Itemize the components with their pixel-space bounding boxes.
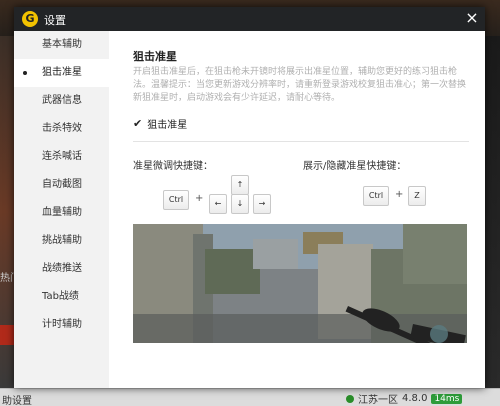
active-bullet-icon xyxy=(23,71,27,75)
sidebar-item-auto-screenshot[interactable]: 自动截图 xyxy=(14,171,109,199)
checkbox-label: 狙击准星 xyxy=(147,120,188,131)
section-description: 开启狙击准星后，在狙击枪未开镜时将展示出准星位置，辅助您更好的练习狙击枪法。温馨… xyxy=(133,67,467,103)
sidebar-item-label: 狙击准星 xyxy=(42,67,82,78)
settings-dialog: G 设置 × 基本辅助 狙击准星 武器信息 击杀特效 连杀喊话 自动截图 血量辅… xyxy=(14,7,485,388)
sidebar-item-sniper-crosshair[interactable]: 狙击准星 xyxy=(14,59,109,87)
sidebar-item-label: 连杀喊话 xyxy=(42,151,82,162)
dialog-title: 设置 xyxy=(44,14,66,27)
server-name: 江苏一区 xyxy=(358,395,398,406)
sidebar-item-label: Tab战绩 xyxy=(42,291,79,302)
plus-sign: + xyxy=(195,193,204,204)
section-title: 狙击准星 xyxy=(133,50,177,63)
sidebar-item-kill-effects[interactable]: 击杀特效 xyxy=(14,115,109,143)
arrow-down-key[interactable]: ↓ xyxy=(231,194,249,214)
arrow-left-key[interactable]: ← xyxy=(209,194,227,214)
sidebar-item-label: 计时辅助 xyxy=(42,319,82,330)
arrow-up-key[interactable]: ↑ xyxy=(231,175,249,195)
ctrl-key[interactable]: Ctrl xyxy=(163,190,189,210)
plus-sign: + xyxy=(395,189,404,200)
server-online-icon xyxy=(346,394,354,403)
preview-scene xyxy=(133,224,467,343)
sidebar-item-killstreak-shout[interactable]: 连杀喊话 xyxy=(14,143,109,171)
checkmark-icon: ✔ xyxy=(133,117,143,130)
divider xyxy=(133,141,469,142)
sidebar-item-tab-record[interactable]: Tab战绩 xyxy=(14,283,109,311)
status-settings-text[interactable]: 助设置 xyxy=(2,392,32,406)
sidebar-item-timer-assist[interactable]: 计时辅助 xyxy=(14,311,109,339)
server-status[interactable]: 江苏一区 4.8.0 14ms xyxy=(346,391,463,406)
z-key[interactable]: Z xyxy=(408,186,426,206)
sidebar-item-label: 击杀特效 xyxy=(42,123,82,134)
sidebar-item-challenge-assist[interactable]: 挑战辅助 xyxy=(14,227,109,255)
status-bar: 助设置 江苏一区 4.8.0 14ms xyxy=(0,388,500,406)
client-version: 4.8.0 xyxy=(402,393,428,404)
sidebar-item-weapon-info[interactable]: 武器信息 xyxy=(14,87,109,115)
dialog-titlebar: G 设置 × xyxy=(14,7,485,31)
sidebar-item-label: 自动截图 xyxy=(42,179,82,190)
sidebar-item-label: 挑战辅助 xyxy=(42,235,82,246)
settings-sidebar: 基本辅助 狙击准星 武器信息 击杀特效 连杀喊话 自动截图 血量辅助 挑战辅助 … xyxy=(14,31,109,388)
toggle-hotkey-label: 展示/隐藏准星快捷键： xyxy=(303,161,407,172)
close-button[interactable]: × xyxy=(464,10,480,26)
sidebar-item-record-push[interactable]: 战绩推送 xyxy=(14,255,109,283)
ping-badge: 14ms xyxy=(431,393,463,404)
sidebar-item-label: 血量辅助 xyxy=(42,207,82,218)
sidebar-item-label: 战绩推送 xyxy=(42,263,82,274)
sidebar-item-basic[interactable]: 基本辅助 xyxy=(14,31,109,59)
arrow-right-key[interactable]: → xyxy=(253,194,271,214)
ctrl-key[interactable]: Ctrl xyxy=(363,186,389,206)
sidebar-item-health-assist[interactable]: 血量辅助 xyxy=(14,199,109,227)
game-client-banner xyxy=(0,325,14,345)
crosshair-preview-image xyxy=(133,224,467,343)
sniper-crosshair-checkbox[interactable]: ✔ 狙击准星 xyxy=(133,116,187,131)
adjust-hotkey-label: 准星微调快捷键： xyxy=(133,161,213,172)
sidebar-item-label: 基本辅助 xyxy=(42,39,82,50)
settings-content: 狙击准星 开启狙击准星后，在狙击枪未开镜时将展示出准星位置，辅助您更好的练习狙击… xyxy=(109,31,485,388)
app-logo-icon: G xyxy=(22,11,38,27)
sidebar-item-label: 武器信息 xyxy=(42,95,82,106)
